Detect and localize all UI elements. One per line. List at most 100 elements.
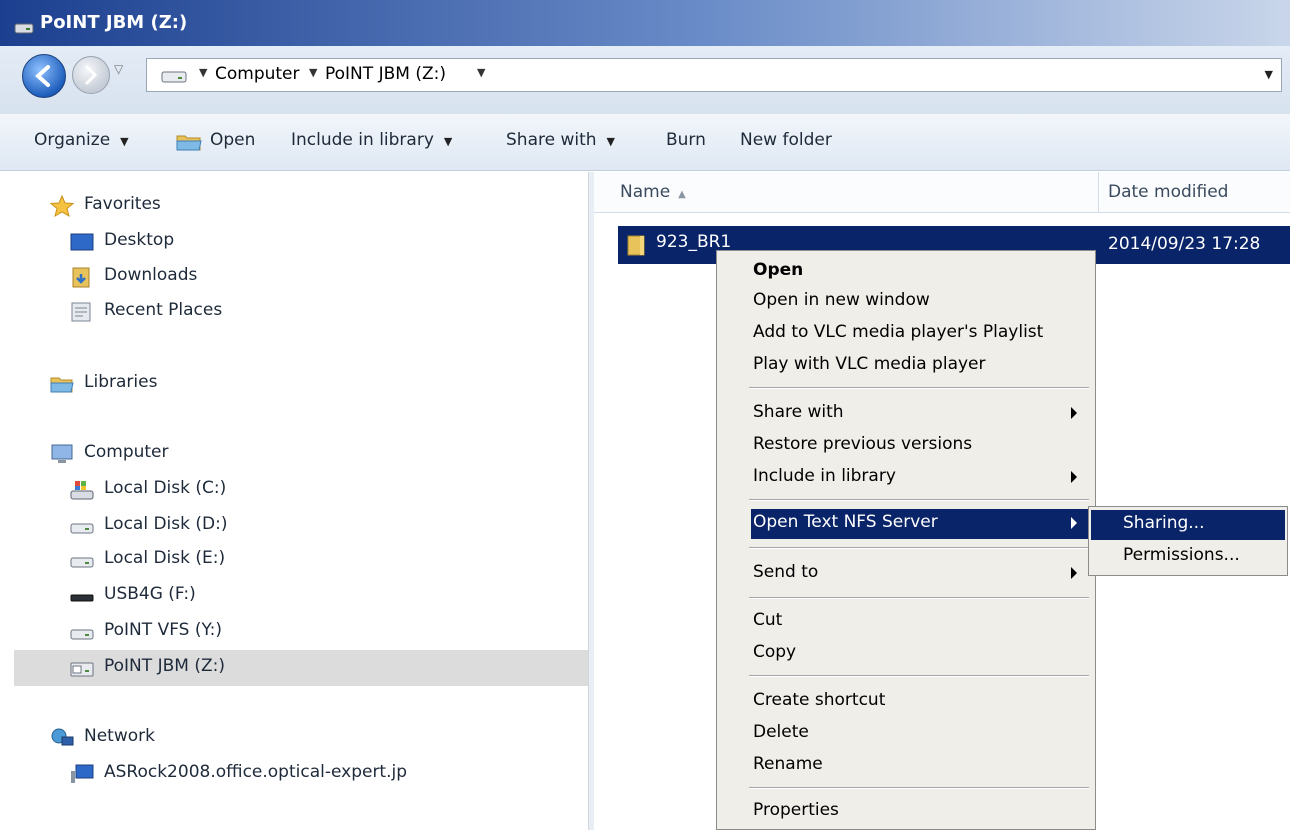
menu-item-label: Delete (753, 722, 809, 742)
drive-icon (161, 71, 187, 83)
menu-item-open[interactable]: Open (751, 257, 1091, 287)
usb-drive-icon (70, 594, 94, 602)
menu-item-restore-previous-versions[interactable]: Restore previous versions (751, 431, 1091, 461)
desktop-icon (70, 233, 94, 251)
title-bar[interactable]: PoINT JBM (Z:) (0, 0, 1290, 46)
recent-pages-dropdown-icon[interactable]: ▽ (114, 62, 134, 84)
menu-item-play-vlc[interactable]: Play with VLC media player (751, 351, 1091, 381)
nav-point-jbm-label: PoINT JBM (Z:) (104, 656, 225, 676)
menu-item-open-text-nfs-server[interactable]: Open Text NFS Server (751, 509, 1091, 539)
drive-icon (70, 629, 94, 640)
menu-item-label: Restore previous versions (753, 434, 973, 454)
menu-separator (749, 597, 1089, 599)
nav-point-vfs-label: PoINT VFS (Y:) (104, 620, 222, 640)
nav-local-disk-e-label: Local Disk (E:) (104, 548, 226, 568)
breadcrumb-arrow-icon[interactable]: ▼ (199, 66, 207, 79)
menu-item-copy[interactable]: Copy (751, 639, 1091, 669)
nav-usb4g-label: USB4G (F:) (104, 584, 196, 604)
downloads-folder-icon (72, 267, 90, 288)
share-with-button[interactable]: Share with ▼ (506, 130, 615, 150)
menu-item-label: Cut (753, 610, 783, 630)
burn-button[interactable]: Burn (666, 130, 706, 150)
menu-item-label: Open in new window (753, 290, 930, 310)
nav-local-disk-d-label: Local Disk (D:) (104, 514, 228, 534)
nav-network-computer-label: ASRock2008.office.optical-expert.jp (104, 762, 408, 782)
nav-computer-label: Computer (84, 442, 169, 462)
chevron-down-icon: ▼ (120, 135, 129, 148)
system-drive-icon (70, 481, 94, 500)
menu-item-include-in-library[interactable]: Include in library (751, 463, 1091, 493)
drive-icon (70, 523, 94, 534)
nav-recent-places-label: Recent Places (104, 300, 223, 320)
menu-item-open-new-window[interactable]: Open in new window (751, 287, 1091, 317)
explorer-window: PoINT JBM (Z:) ▽ ▼ Computer ▼ PoINT JBM … (0, 0, 1290, 830)
column-name-label: Name (620, 182, 671, 202)
drive-icon (14, 23, 34, 34)
menu-item-delete[interactable]: Delete (751, 719, 1091, 749)
menu-item-label: Create shortcut (753, 690, 886, 710)
menu-item-cut[interactable]: Cut (751, 607, 1091, 637)
drive-icon (70, 557, 94, 568)
nav-local-disk-c-label: Local Disk (C:) (104, 478, 227, 498)
menu-separator (749, 547, 1089, 549)
menu-item-create-shortcut[interactable]: Create shortcut (751, 687, 1091, 717)
network-icon (51, 728, 74, 746)
nav-favorites-label: Favorites (84, 194, 161, 214)
menu-item-label: Copy (753, 642, 797, 662)
open-folder-icon (176, 135, 202, 151)
breadcrumb-arrow-icon[interactable]: ▼ (477, 66, 485, 79)
computer-icon (51, 444, 73, 463)
organize-label: Organize (34, 130, 111, 150)
menu-item-label: Properties (753, 800, 839, 820)
file-date-modified: 2014/09/23 17:28 (1108, 234, 1261, 254)
submenu-item-label: Permissions... (1123, 545, 1240, 565)
share-with-label: Share with (506, 130, 597, 150)
submenu-arrow-icon (1071, 407, 1077, 419)
menu-item-label: Open Text NFS Server (753, 512, 938, 532)
column-date-modified-header[interactable]: Date modified (1108, 182, 1228, 202)
address-dropdown-icon[interactable]: ▼ (1265, 68, 1273, 81)
menu-separator (749, 675, 1089, 677)
column-header: Name ▲ Date modified (594, 172, 1290, 213)
include-in-library-button[interactable]: Include in library ▼ (291, 130, 452, 150)
command-bar: Organize ▼ Open Include in library ▼ Share… (0, 114, 1290, 171)
chevron-down-icon: ▼ (606, 135, 615, 148)
sort-ascending-icon: ▲ (678, 189, 686, 200)
menu-item-send-to[interactable]: Send to (751, 559, 1091, 589)
nav-desktop-label: Desktop (104, 230, 175, 250)
menu-item-share-with[interactable]: Share with (751, 399, 1091, 429)
address-box[interactable]: ▼ Computer ▼ PoINT JBM (Z:) ▼ ▼ (146, 58, 1282, 92)
column-separator[interactable] (1098, 172, 1099, 212)
breadcrumb-drive[interactable]: PoINT JBM (Z:) (325, 64, 446, 84)
star-icon (50, 195, 74, 217)
menu-separator (749, 387, 1089, 389)
submenu-item-permissions[interactable]: Permissions... (1091, 542, 1285, 572)
folder-icon (627, 235, 645, 256)
column-name-header[interactable]: Name ▲ (620, 182, 686, 202)
submenu-arrow-icon (1071, 567, 1077, 579)
menu-item-label: Share with (753, 402, 844, 422)
menu-item-add-vlc-playlist[interactable]: Add to VLC media player's Playlist (751, 319, 1091, 349)
address-bar-area: ▽ ▼ Computer ▼ PoINT JBM (Z:) ▼ ▼ (0, 46, 1290, 114)
submenu-arrow-icon (1071, 471, 1077, 483)
new-folder-button[interactable]: New folder (740, 130, 832, 150)
nfs-server-submenu: Sharing... Permissions... (1088, 506, 1288, 576)
open-button[interactable]: Open (210, 130, 255, 150)
back-arrow-icon (35, 65, 50, 87)
recent-places-icon (71, 302, 91, 322)
menu-item-properties[interactable]: Properties (751, 797, 1091, 827)
context-menu: Open Open in new window Add to VLC media… (716, 250, 1096, 830)
menu-item-label: Open (753, 260, 804, 280)
chevron-down-icon: ▼ (443, 135, 453, 148)
menu-item-label: Include in library (753, 466, 896, 486)
navigation-pane: Favorites Desktop Downloads Recent Place… (14, 172, 588, 830)
menu-item-label: Send to (753, 562, 819, 582)
menu-item-rename[interactable]: Rename (751, 751, 1091, 781)
breadcrumb-computer[interactable]: Computer (215, 64, 300, 84)
breadcrumb-arrow-icon[interactable]: ▼ (309, 66, 317, 79)
forward-arrow-icon (85, 65, 98, 85)
forward-button[interactable] (72, 56, 110, 94)
organize-button[interactable]: Organize ▼ (34, 130, 129, 150)
submenu-item-sharing[interactable]: Sharing... (1091, 510, 1285, 540)
back-button[interactable] (22, 54, 66, 98)
